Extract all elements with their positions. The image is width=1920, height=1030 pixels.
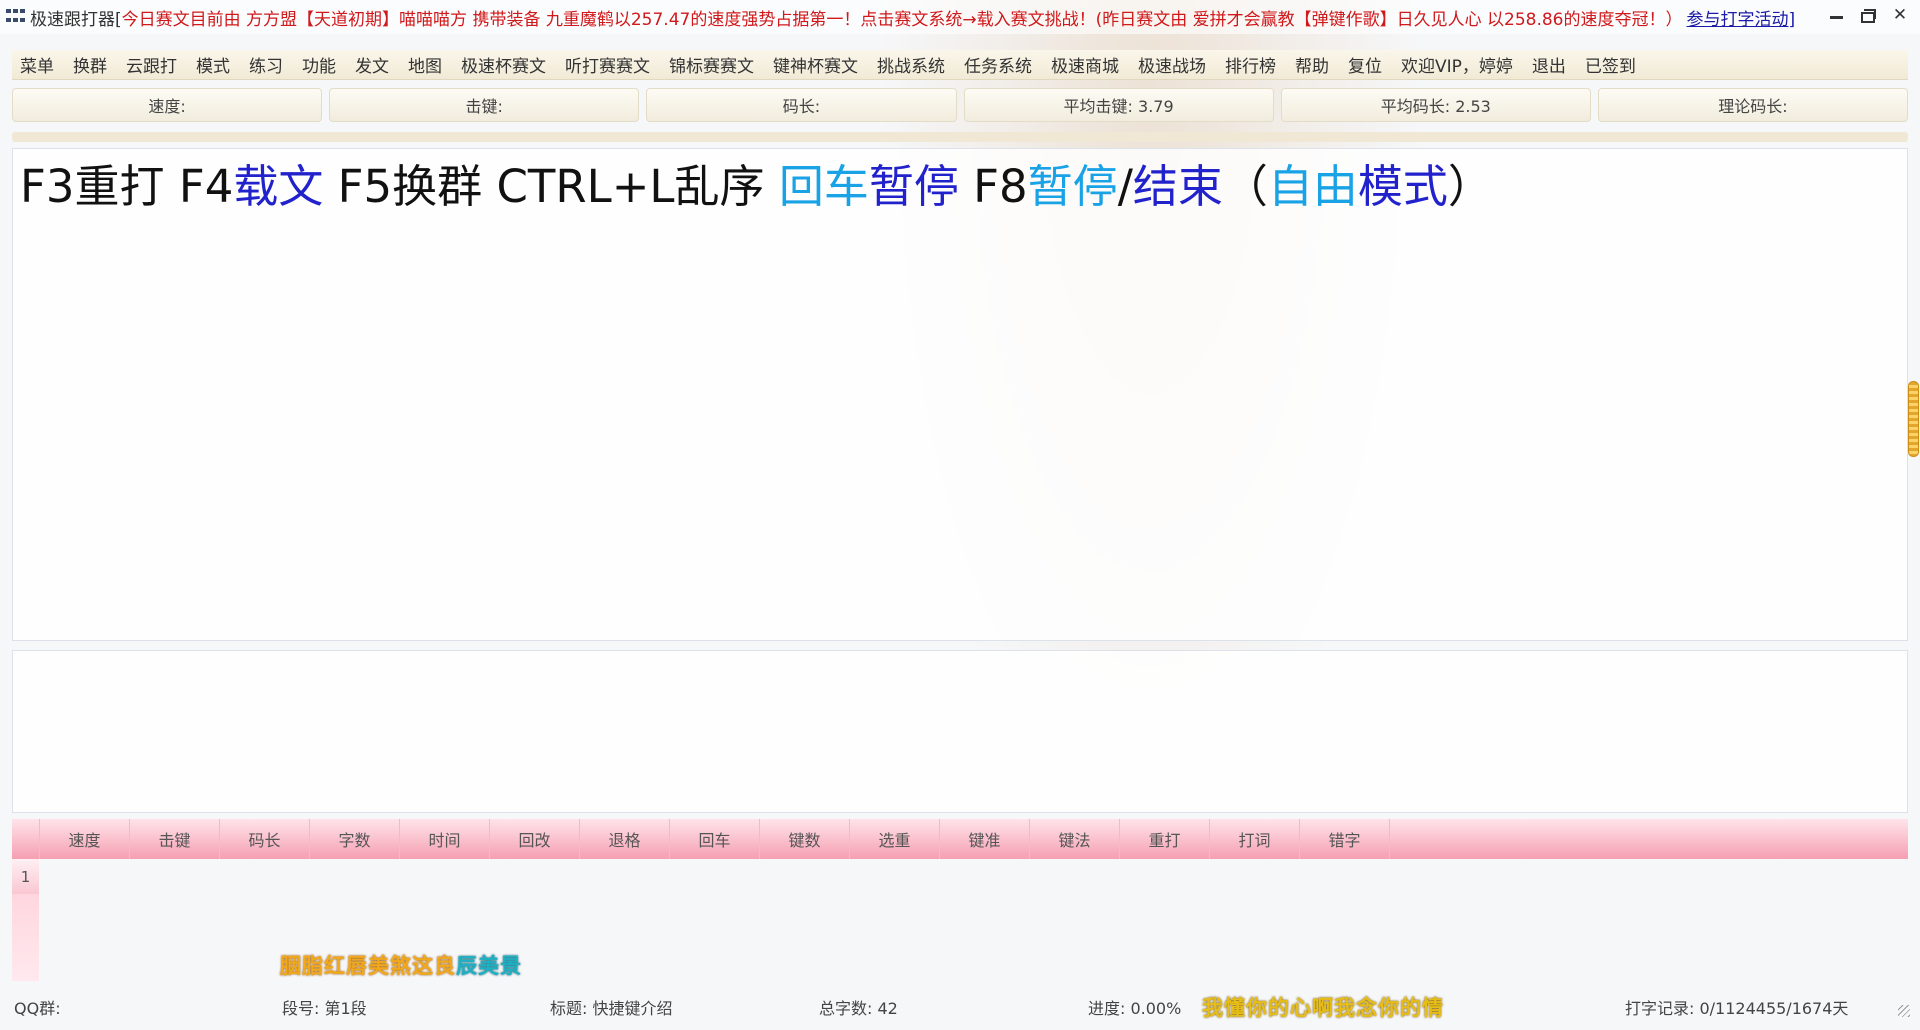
marquee-announcement: 今日赛文目前由 方方盟【天道初期】喵喵喵方 携带装备 九重魔鹤以257.47的速… (121, 9, 1683, 30)
minimize-icon (1829, 15, 1843, 19)
avg-keystroke-stat: 平均击键: 3.79 (963, 88, 1274, 122)
activity-link[interactable]: 参与打字活动] (1687, 5, 1796, 30)
menu-item[interactable]: 极速商城 (1051, 52, 1119, 77)
speed-stat: 速度: (12, 88, 323, 122)
menu-item[interactable]: 地图 (408, 52, 442, 77)
article-segment: F3重打 F4 (20, 160, 234, 213)
column-header[interactable]: 选重 (850, 819, 940, 859)
article-panel[interactable]: F3重打 F4载文 F5换群 CTRL+L乱序 回车暂停 F8暂停/结束（自由模… (12, 148, 1908, 641)
column-header[interactable]: 错字 (1300, 819, 1390, 859)
article-segment: 模式 (1357, 160, 1448, 213)
window-controls: ✕ (1828, 5, 1908, 25)
menu-item[interactable]: 功能 (302, 52, 336, 77)
column-header[interactable]: 打词 (1210, 819, 1300, 859)
menu-item[interactable]: 听打赛赛文 (565, 52, 650, 77)
restore-button[interactable] (1860, 6, 1876, 24)
column-header[interactable]: 码长 (220, 819, 310, 859)
column-header[interactable]: 退格 (580, 819, 670, 859)
avg-code-length-stat: 平均码长: 2.53 (1280, 88, 1591, 122)
menu-item[interactable]: 挑战系统 (877, 52, 945, 77)
column-header[interactable]: 时间 (400, 819, 490, 859)
article-segment: 暂停 (868, 160, 959, 213)
article-segment: 暂停 (1027, 160, 1118, 213)
typing-input[interactable] (13, 651, 1907, 812)
article-segment: ） (1447, 160, 1493, 213)
typing-progress-bar (12, 132, 1908, 142)
column-header[interactable]: 键数 (760, 819, 850, 859)
menu-item[interactable]: 键神杯赛文 (773, 52, 858, 77)
menu-item[interactable]: 菜单 (20, 52, 54, 77)
menu-item[interactable]: 练习 (249, 52, 283, 77)
close-icon: ✕ (1892, 5, 1908, 25)
menu-item[interactable]: 锦标赛赛文 (669, 52, 754, 77)
lyric-line-2: 我懂你的心啊我念你的情 (1202, 996, 1444, 1020)
total-char-count: 总字数: 42 (819, 999, 898, 1018)
article-segment: F5换群 CTRL+L乱序 (323, 160, 779, 213)
restore-icon (1861, 9, 1876, 23)
stats-bar: 速度: 击键: 码长: 平均击键: 3.79 平均码长: 2.53 理论码长: (12, 88, 1909, 122)
lyric-line-1-main: 胭脂红唇美煞这良 (280, 954, 456, 978)
column-header[interactable]: 击键 (130, 819, 220, 859)
article-segment: / (1117, 160, 1133, 213)
column-header[interactable]: 字数 (310, 819, 400, 859)
row-index-strip (12, 894, 39, 981)
menu-item[interactable]: 复位 (1348, 52, 1382, 77)
progress-text: 进度: 0.00% (1088, 999, 1182, 1018)
input-panel[interactable] (12, 650, 1908, 813)
column-header[interactable]: 键准 (940, 819, 1030, 859)
close-button[interactable]: ✕ (1892, 5, 1908, 25)
app-grid-icon[interactable] (6, 9, 26, 25)
article-title: 标题: 快捷键介绍 (550, 999, 673, 1018)
column-header[interactable]: 键法 (1030, 819, 1120, 859)
article-segment: 载文 (233, 160, 324, 213)
menu-item[interactable]: 欢迎VIP，婷婷 (1401, 52, 1513, 77)
qq-group-label: QQ群: (14, 999, 61, 1018)
theory-code-length-stat: 理论码长: (1597, 88, 1909, 122)
typing-record: 打字记录: 0/1124455/1674天 (1625, 999, 1849, 1018)
keystroke-stat: 击键: (329, 88, 640, 122)
status-bar: QQ群: 段号: 第1段 标题: 快捷键介绍 总字数: 42 进度: 0.00%… (0, 985, 1920, 1021)
lyric-line-1: 胭脂红唇美煞这良辰美景 (280, 950, 522, 980)
results-header: 速度 击键 码长 字数 时间 回改 退格 回车 键数 选重 键准 键法 重打 打词 错字 (12, 819, 1908, 859)
minimize-button[interactable] (1828, 6, 1844, 24)
row-index[interactable]: 1 (12, 859, 39, 894)
menu-item[interactable]: 任务系统 (964, 52, 1032, 77)
menu-item[interactable]: 极速杯赛文 (461, 52, 546, 77)
menu-item[interactable]: 换群 (73, 52, 107, 77)
column-header[interactable]: 重打 (1120, 819, 1210, 859)
code-length-stat: 码长: (646, 88, 957, 122)
menu-item[interactable]: 模式 (196, 52, 230, 77)
resize-grip-icon[interactable] (1898, 1005, 1910, 1017)
article-segment: 回车 (778, 160, 869, 213)
title-bar: 极速跟打器[ 今日赛文目前由 方方盟【天道初期】喵喵喵方 携带装备 九重魔鹤以2… (0, 0, 1920, 34)
segment-number: 段号: 第1段 (282, 999, 367, 1018)
scrollbar-thumb[interactable] (1908, 381, 1919, 457)
column-header[interactable]: 回车 (670, 819, 760, 859)
menu-item[interactable]: 排行榜 (1225, 52, 1276, 77)
menu-item[interactable]: 帮助 (1295, 52, 1329, 77)
article-segment: 结束 (1132, 160, 1223, 213)
article-segment: （ (1222, 160, 1268, 213)
article-segment: 自由 (1267, 160, 1358, 213)
lyric-line-1-tail: 辰美景 (456, 954, 522, 978)
menu-item[interactable]: 已签到 (1585, 52, 1636, 77)
article-text: F3重打 F4载文 F5换群 CTRL+L乱序 回车暂停 F8暂停/结束（自由模… (20, 159, 1493, 215)
menu-bar: 菜单 换群 云跟打 模式 练习 功能 发文 地图 极速杯赛文 听打赛赛文 锦标赛赛文 键神杯赛文 挑战系… (12, 50, 1908, 80)
header-corner (12, 819, 40, 859)
app-title: 极速跟打器[ (30, 9, 122, 30)
menu-item[interactable]: 极速战场 (1138, 52, 1206, 77)
article-segment: F8 (958, 160, 1028, 213)
column-header[interactable]: 速度 (40, 819, 130, 859)
menu-item[interactable]: 发文 (355, 52, 389, 77)
menu-item[interactable]: 云跟打 (126, 52, 177, 77)
column-header[interactable]: 回改 (490, 819, 580, 859)
menu-item[interactable]: 退出 (1532, 52, 1566, 77)
